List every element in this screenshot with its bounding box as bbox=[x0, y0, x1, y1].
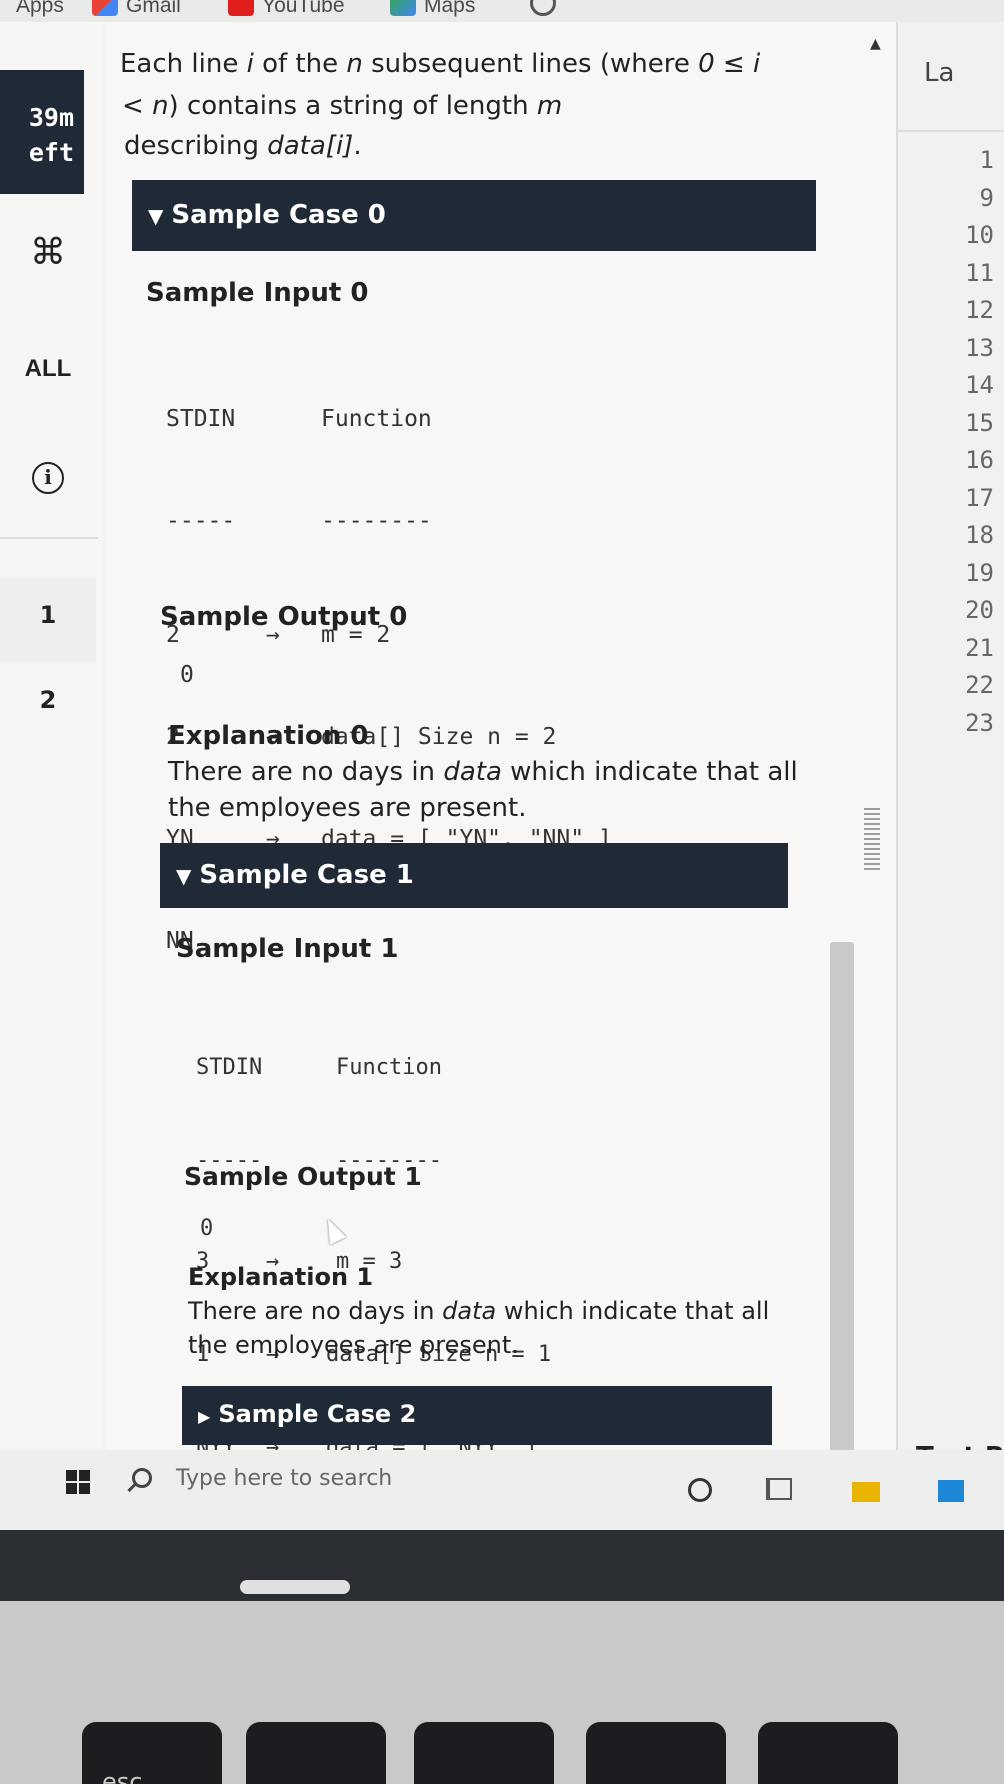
input-format-line-2: < n) contains a string of length m bbox=[122, 91, 563, 121]
line-number: 12 bbox=[965, 296, 994, 324]
sample-input-1-title: Sample Input 1 bbox=[176, 934, 399, 964]
sample-case-1-header[interactable]: ▼ Sample Case 1 bbox=[160, 843, 788, 908]
explanation-0-title: Explanation 0 bbox=[168, 721, 369, 751]
line-number: 10 bbox=[965, 221, 994, 249]
input-format-line-1: Each line i of the n subsequent lines (w… bbox=[120, 49, 761, 79]
line-number: 14 bbox=[965, 371, 994, 399]
file-explorer-icon[interactable] bbox=[852, 1482, 880, 1502]
sample-case-0-header[interactable]: ▼ Sample Case 0 bbox=[132, 180, 816, 251]
maps-icon bbox=[390, 0, 416, 17]
time-left-label: eft bbox=[28, 138, 74, 167]
line-number-gutter: 1 9 10 11 12 13 14 15 16 17 18 19 20 21 22 23 bbox=[898, 142, 994, 742]
language-selector[interactable]: La bbox=[924, 58, 954, 88]
taskbar-search-placeholder: Type here to search bbox=[176, 1466, 393, 1491]
line-number: 15 bbox=[965, 408, 994, 437]
rail-all-questions[interactable]: ALL bbox=[0, 355, 96, 383]
gmail-icon bbox=[92, 0, 118, 17]
time-left-value: 39m bbox=[28, 103, 74, 132]
bookmark-extra-icon[interactable] bbox=[530, 0, 556, 16]
sample-case-2-title: Sample Case 2 bbox=[218, 1400, 417, 1428]
problem-panel: ▲ Each line i of the n subsequent lines … bbox=[106, 22, 896, 1482]
sample-output-0-value: 0 bbox=[180, 662, 194, 688]
bookmark-youtube-label: YouTube bbox=[262, 0, 345, 17]
command-icon[interactable]: ⌘ bbox=[0, 232, 96, 273]
info-glyph: i bbox=[32, 462, 64, 494]
sample-case-0-title: Sample Case 0 bbox=[171, 200, 386, 230]
laptop-hinge bbox=[240, 1580, 350, 1594]
line-number: 16 bbox=[965, 446, 994, 474]
rail-question-1-label: 1 bbox=[39, 601, 57, 629]
expand-triangle-icon: ▶ bbox=[198, 1407, 211, 1426]
esc-key: esc bbox=[82, 1722, 222, 1784]
bookmark-gmail[interactable]: Gmail bbox=[92, 0, 181, 18]
line-number: 22 bbox=[965, 671, 994, 699]
sample-output-1-value: 0 bbox=[200, 1216, 214, 1241]
code-editor-panel: La 191011121314151617181920212223 Test R… bbox=[896, 22, 1004, 1482]
bookmark-apps[interactable]: Apps bbox=[16, 0, 64, 18]
keyboard-key bbox=[414, 1722, 554, 1784]
sample-input-0-block: STDIN Function ----- -------- 2 → m = 2 2 → da… bbox=[166, 334, 626, 1026]
rail-question-1[interactable]: 1 bbox=[0, 578, 96, 662]
collapse-triangle-icon: ▼ bbox=[148, 204, 164, 228]
line-number: 1 bbox=[979, 146, 994, 174]
keyboard-key bbox=[246, 1722, 386, 1784]
store-icon[interactable] bbox=[938, 1480, 964, 1502]
sample-input-1-headers: STDIN Function bbox=[196, 1055, 442, 1080]
editor-toolbar-divider bbox=[898, 130, 1004, 132]
explanation-1-line-1: There are no days in data which indicate… bbox=[188, 1297, 770, 1325]
explanation-1: Explanation 1 There are no days in data … bbox=[188, 1260, 769, 1362]
line-number: 9 bbox=[979, 183, 994, 212]
windows-taskbar: Type here to search bbox=[0, 1450, 1004, 1530]
explanation-0: Explanation 0 There are no days in data … bbox=[168, 718, 798, 826]
youtube-icon bbox=[228, 0, 254, 17]
explanation-1-title: Explanation 1 bbox=[188, 1263, 374, 1291]
bookmark-apps-label: Apps bbox=[16, 0, 64, 17]
taskbar-search-box[interactable]: Type here to search bbox=[110, 1450, 670, 1530]
scroll-up-arrow-icon[interactable]: ▲ bbox=[870, 36, 881, 52]
sample-input-0-title: Sample Input 0 bbox=[146, 278, 369, 308]
bookmark-gmail-label: Gmail bbox=[126, 0, 181, 17]
panel-resize-handle[interactable] bbox=[864, 806, 880, 870]
explanation-0-line-2: the employees are present. bbox=[168, 793, 527, 823]
keyboard-key bbox=[586, 1722, 726, 1784]
sample-input-0-headers: STDIN Function bbox=[166, 406, 432, 432]
left-rail: 39m eft ⌘ ALL i 1 2 bbox=[0, 22, 102, 1482]
bookmarks-bar: Apps Gmail YouTube Maps bbox=[0, 0, 1004, 22]
line-number: 13 bbox=[965, 333, 994, 362]
line-number: 19 bbox=[965, 558, 994, 587]
search-icon bbox=[132, 1468, 152, 1488]
line-number: 23 bbox=[965, 708, 994, 737]
task-view-icon[interactable] bbox=[766, 1478, 792, 1500]
windows-start-icon[interactable] bbox=[66, 1470, 90, 1494]
sample-case-1-title: Sample Case 1 bbox=[199, 860, 414, 890]
keyboard-key bbox=[758, 1722, 898, 1784]
line-number: 20 bbox=[965, 596, 994, 624]
bookmark-maps[interactable]: Maps bbox=[390, 0, 475, 18]
cortana-icon[interactable] bbox=[688, 1478, 712, 1502]
sample-input-0-dashes: ----- -------- bbox=[166, 508, 432, 534]
info-icon[interactable]: i bbox=[0, 462, 96, 494]
line-number: 17 bbox=[965, 483, 994, 512]
bookmark-youtube[interactable]: YouTube bbox=[228, 0, 345, 18]
line-number: 21 bbox=[965, 633, 994, 662]
input-format-line-3: describing data[i]. bbox=[124, 131, 362, 161]
time-left-panel: 39m eft bbox=[0, 70, 84, 194]
bookmark-maps-label: Maps bbox=[424, 0, 476, 17]
line-number: 11 bbox=[965, 258, 994, 287]
sample-output-0-title: Sample Output 0 bbox=[160, 602, 408, 632]
rail-question-2[interactable]: 2 bbox=[0, 686, 96, 714]
line-number: 18 bbox=[965, 521, 994, 549]
sample-case-2-header[interactable]: ▶ Sample Case 2 bbox=[182, 1386, 772, 1445]
explanation-0-line-1: There are no days in data which indicate… bbox=[168, 757, 798, 787]
laptop-screen: Apps Gmail YouTube Maps 39m eft ⌘ ALL i … bbox=[0, 0, 1004, 1530]
explanation-1-line-2: the employees are present. bbox=[188, 1331, 519, 1359]
problem-scrollbar-thumb[interactable] bbox=[830, 942, 854, 1462]
collapse-triangle-icon: ▼ bbox=[176, 864, 192, 888]
sample-output-1-title: Sample Output 1 bbox=[184, 1162, 422, 1191]
rail-divider bbox=[0, 537, 98, 539]
